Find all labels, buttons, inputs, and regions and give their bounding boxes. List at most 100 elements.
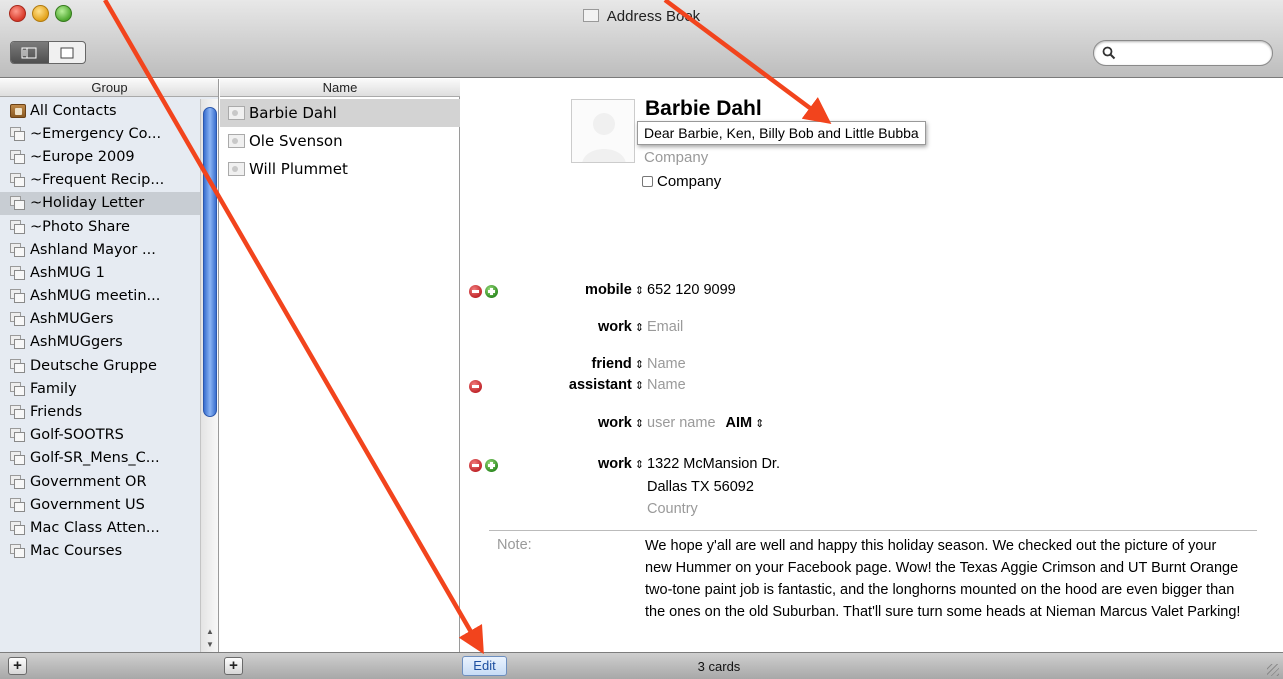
note-label: Note: (497, 537, 532, 553)
view-card-only-button[interactable] (49, 42, 86, 63)
group-item-label: All Contacts (30, 102, 117, 119)
group-icon (10, 196, 26, 211)
company-checkbox-label: Company (657, 173, 722, 190)
window-title: Address Book (0, 8, 1283, 25)
email-row: work ⇕ Email (461, 319, 1283, 339)
related-name-field[interactable]: Name (647, 356, 686, 372)
group-item[interactable]: Family (0, 377, 200, 400)
group-pane: Group All Contacts ~Emergency Co... ~Europ… (0, 79, 219, 652)
group-item[interactable]: AshMUGers (0, 308, 200, 331)
remove-field-button[interactable] (469, 380, 482, 393)
address-label: work (597, 456, 632, 472)
note-text[interactable]: We hope y'all are well and happy this ho… (645, 535, 1245, 623)
search-field[interactable] (1093, 40, 1273, 66)
related-label-popup[interactable]: assistant ⇕ (569, 377, 644, 393)
group-item-label: ~Photo Share (30, 218, 130, 235)
checkbox-box[interactable] (642, 176, 653, 187)
group-item[interactable]: ~Frequent Recip... (0, 169, 200, 192)
contact-card: Barbie Dahl Company Company Dear Barbie,… (461, 79, 1283, 652)
group-item-label: Golf-SR_Mens_C... (30, 450, 160, 467)
related-name-row: friend ⇕ Name (461, 356, 1283, 376)
address-label-popup[interactable]: work ⇕ (598, 456, 644, 472)
im-label: work (597, 415, 632, 431)
resize-grip-icon[interactable] (1267, 664, 1279, 676)
group-column-header[interactable]: Group (0, 79, 218, 97)
group-item[interactable]: ~Photo Share (0, 215, 200, 238)
note-divider (489, 530, 1257, 531)
group-item[interactable]: ~Europe 2009 (0, 145, 200, 168)
im-username-field[interactable]: user name (647, 415, 716, 431)
related-label: assistant (568, 377, 632, 393)
related-name-field[interactable]: Name (647, 377, 686, 393)
group-item[interactable]: Mac Class Atten... (0, 516, 200, 539)
group-item-label: Ashland Mayor ... (30, 241, 156, 258)
updown-arrows-icon: ⇕ (634, 322, 644, 334)
contact-list-item[interactable]: Ole Svenson (220, 127, 460, 155)
group-icon (10, 497, 26, 512)
group-item-label: Deutsche Gruppe (30, 357, 157, 374)
add-field-button[interactable] (485, 285, 498, 298)
phone-value[interactable]: 652 120 9099 (647, 282, 736, 298)
group-item[interactable]: ~Holiday Letter (0, 191, 200, 215)
group-icon (10, 405, 26, 420)
group-item-label: Government US (30, 496, 145, 513)
address-city-state-zip[interactable]: Dallas TX 56092 (647, 479, 754, 495)
group-item[interactable]: All Contacts (0, 99, 200, 122)
related-label-popup[interactable]: friend ⇕ (592, 356, 645, 372)
title-bar: Address Book (0, 0, 1283, 78)
person-silhouette-icon (582, 113, 626, 162)
group-icon (10, 381, 26, 396)
contact-list-item[interactable]: Barbie Dahl (220, 99, 460, 127)
group-item-label: AshMUG meetin... (30, 288, 161, 305)
group-icon (10, 358, 26, 373)
company-checkbox[interactable]: Company (642, 173, 721, 190)
group-item[interactable]: Mac Courses (0, 540, 200, 563)
group-icon (10, 173, 26, 188)
group-item[interactable]: Golf-SR_Mens_C... (0, 447, 200, 470)
group-scrollbar-thumb[interactable] (203, 107, 217, 417)
group-item[interactable]: Ashland Mayor ... (0, 238, 200, 261)
view-list-and-card-button[interactable] (11, 42, 49, 63)
search-input[interactable] (1120, 44, 1260, 62)
tooltip: Dear Barbie, Ken, Billy Bob and Little B… (637, 121, 926, 145)
address-street[interactable]: 1322 McMansion Dr. (647, 456, 780, 472)
group-icon (10, 242, 26, 257)
related-name-row: assistant ⇕ Name (461, 377, 1283, 397)
email-field[interactable]: Email (647, 319, 683, 335)
search-icon (1102, 46, 1116, 60)
name-list: Barbie Dahl Ole Svenson Will Plummet (220, 99, 460, 183)
group-item[interactable]: Government US (0, 493, 200, 516)
group-item[interactable]: Golf-SOOTRS (0, 424, 200, 447)
contact-name[interactable]: Barbie Dahl (645, 97, 762, 121)
remove-field-button[interactable] (469, 459, 482, 472)
company-field[interactable]: Company (644, 149, 708, 166)
contact-card-icon (228, 162, 245, 176)
group-item-label: Friends (30, 404, 83, 421)
updown-arrows-icon: ⇕ (634, 380, 644, 392)
group-item[interactable]: Government OR (0, 470, 200, 493)
address-country-field[interactable]: Country (647, 501, 698, 517)
group-icon (10, 265, 26, 280)
contact-photo[interactable] (571, 99, 635, 163)
group-item[interactable]: Friends (0, 400, 200, 423)
im-service-popup[interactable]: AIM ⇕ (726, 415, 765, 431)
contact-list-item-label: Ole Svenson (249, 132, 343, 150)
updown-arrows-icon: ⇕ (634, 459, 644, 471)
email-label: work (597, 319, 632, 335)
group-item[interactable]: ~Emergency Co... (0, 122, 200, 145)
group-item[interactable]: Deutsche Gruppe (0, 354, 200, 377)
group-scrollbar[interactable]: ▲ ▼ (200, 99, 218, 652)
scroll-up-arrow[interactable]: ▲ (203, 625, 217, 639)
contact-list-item[interactable]: Will Plummet (220, 155, 460, 183)
name-column-header[interactable]: Name (220, 79, 460, 97)
im-label-popup[interactable]: work ⇕ (598, 415, 644, 431)
phone-label-popup[interactable]: mobile ⇕ (585, 282, 644, 298)
group-item[interactable]: AshMUG meetin... (0, 285, 200, 308)
scroll-down-arrow[interactable]: ▼ (203, 638, 217, 652)
remove-field-button[interactable] (469, 285, 482, 298)
group-item[interactable]: AshMUG 1 (0, 261, 200, 284)
add-field-button[interactable] (485, 459, 498, 472)
email-label-popup[interactable]: work ⇕ (598, 319, 644, 335)
im-value: user name AIM ⇕ (647, 415, 764, 431)
group-item[interactable]: AshMUGgers (0, 331, 200, 354)
